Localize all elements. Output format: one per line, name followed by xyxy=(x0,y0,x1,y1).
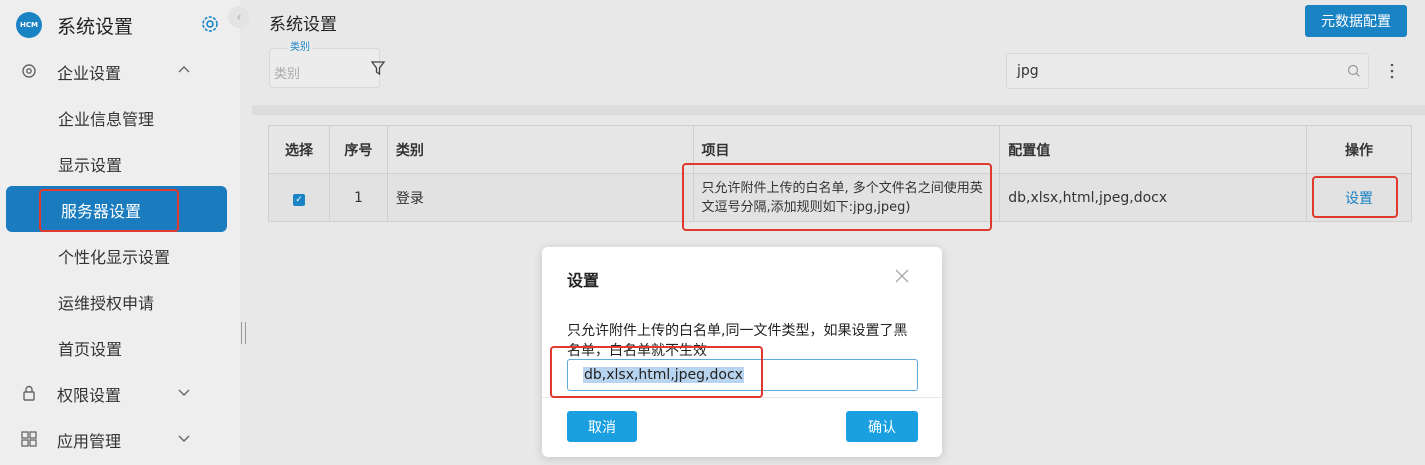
more-vertical-icon[interactable] xyxy=(1390,63,1394,79)
column-header-select: 选择 xyxy=(268,125,330,174)
search-input[interactable]: jpg xyxy=(1006,53,1369,89)
settings-icon xyxy=(22,64,36,78)
menu-group-label: 企业设置 xyxy=(57,64,122,83)
sidebar-resize-handle[interactable] xyxy=(241,322,246,344)
sidebar-item-label: 个性化显示设置 xyxy=(58,248,171,267)
sidebar: HCM 系统设置 ‹ 企业设置 企业信息管理 显示设置 服务器设置 个性化显示设… xyxy=(0,0,250,465)
menu-group-label: 权限设置 xyxy=(57,386,122,405)
gear-icon[interactable] xyxy=(200,14,220,34)
column-header-category: 类别 xyxy=(386,125,694,174)
category-filter-field[interactable]: 类别 类别 xyxy=(269,42,380,88)
menu-group-enterprise-settings[interactable]: 企业设置 xyxy=(0,48,240,94)
page-title: 系统设置 xyxy=(269,15,337,35)
row-category: 登录 xyxy=(386,173,694,222)
chevron-left-icon: ‹ xyxy=(236,10,242,24)
category-filter-placeholder: 类别 xyxy=(274,67,301,82)
menu-group-permission-settings[interactable]: 权限设置 xyxy=(0,370,240,416)
category-filter-legend: 类别 xyxy=(288,42,312,54)
sidebar-item-label: 企业信息管理 xyxy=(58,110,155,129)
column-header-index: 序号 xyxy=(328,125,388,174)
metadata-config-button[interactable]: 元数据配置 xyxy=(1305,5,1407,37)
highlight-box xyxy=(550,346,763,398)
collapse-sidebar-button[interactable]: ‹ xyxy=(228,6,250,28)
filter-icon[interactable] xyxy=(370,60,386,76)
highlight-box xyxy=(682,163,992,231)
close-icon[interactable] xyxy=(894,268,910,284)
sidebar-item-homepage-settings[interactable]: 首页设置 xyxy=(0,324,240,370)
highlight-box xyxy=(39,189,179,232)
confirm-button[interactable]: 确认 xyxy=(846,411,918,442)
row-value: db,xlsx,html,jpeg,docx xyxy=(999,173,1308,222)
menu-group-app-management[interactable]: 应用管理 xyxy=(0,416,240,462)
sidebar-header: HCM 系统设置 ‹ xyxy=(0,0,250,50)
sidebar-item-label: 运维授权申请 xyxy=(58,294,155,313)
chevron-up-icon xyxy=(178,66,190,73)
sidebar-item-label: 首页设置 xyxy=(58,340,123,359)
app-logo: HCM xyxy=(16,12,42,38)
cancel-button[interactable]: 取消 xyxy=(567,411,637,442)
sidebar-item-personalized-display[interactable]: 个性化显示设置 xyxy=(0,232,240,278)
column-header-value: 配置值 xyxy=(999,125,1308,174)
sidebar-item-label: 显示设置 xyxy=(58,156,123,175)
chevron-down-icon xyxy=(178,389,190,396)
chevron-down-icon xyxy=(178,435,190,442)
column-header-action: 操作 xyxy=(1306,125,1412,174)
row-select-cell[interactable]: ✓ xyxy=(268,173,330,222)
grid-icon xyxy=(21,431,37,447)
sidebar-item-ops-authorization[interactable]: 运维授权申请 xyxy=(0,278,240,324)
row-index: 1 xyxy=(328,173,388,222)
row-checkbox[interactable]: ✓ xyxy=(292,193,305,206)
section-divider xyxy=(252,105,1425,115)
sidebar-title: 系统设置 xyxy=(57,16,134,38)
menu-group-label: 应用管理 xyxy=(57,432,122,451)
lock-icon xyxy=(23,385,35,401)
highlight-box xyxy=(1312,176,1398,218)
dialog-title: 设置 xyxy=(567,271,600,290)
sidebar-item-company-info[interactable]: 企业信息管理 xyxy=(0,94,240,140)
search-input-value: jpg xyxy=(1017,63,1039,79)
sidebar-item-display-settings[interactable]: 显示设置 xyxy=(0,140,240,186)
search-icon[interactable] xyxy=(1347,64,1361,78)
